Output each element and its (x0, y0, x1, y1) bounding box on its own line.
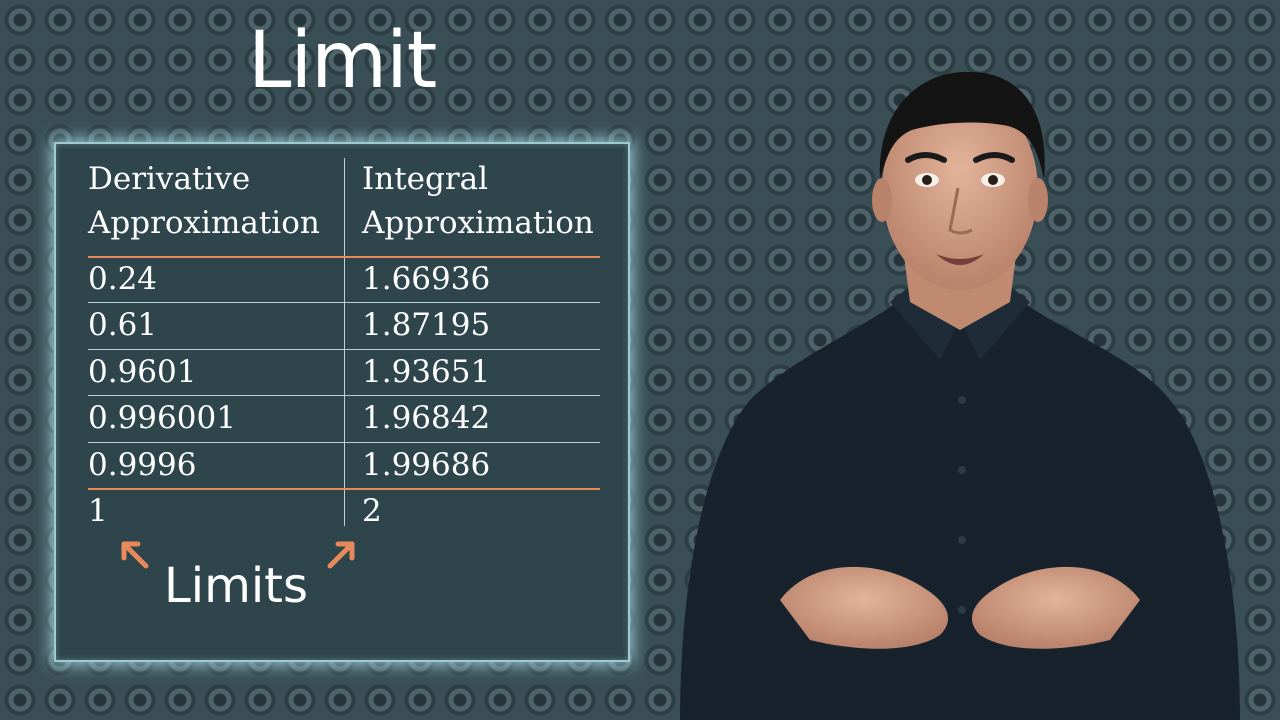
derivative-limit-value: 1 (88, 493, 108, 529)
column-divider (344, 158, 345, 526)
row-divider (88, 395, 600, 396)
row-divider (88, 349, 600, 350)
table-cell-derivative: 0.24 (88, 261, 158, 297)
limit-divider (88, 488, 600, 490)
table-cell-derivative: 0.9601 (88, 354, 197, 390)
limits-label: Limits (164, 558, 308, 614)
integral-limit-value: 2 (362, 493, 382, 529)
header-derivative-line2: Approximation (88, 205, 320, 241)
header-integral-line2: Approximation (362, 205, 594, 241)
table-cell-derivative: 0.9996 (88, 447, 197, 483)
table-cell-integral: 1.87195 (362, 307, 491, 343)
table-cell-integral: 1.93651 (362, 354, 491, 390)
chalkboard-panel: Derivative Approximation Integral Approx… (54, 142, 630, 662)
presenter-figure (680, 71, 1240, 720)
arrow-up-right-icon (327, 541, 355, 569)
row-divider (88, 302, 600, 303)
table-cell-integral: 1.66936 (362, 261, 491, 297)
header-integral-line1: Integral (362, 161, 489, 197)
presenter-shirt (680, 300, 1240, 720)
approximation-table: Derivative Approximation Integral Approx… (56, 144, 628, 660)
row-divider (88, 442, 600, 443)
header-underline (88, 256, 600, 258)
table-cell-integral: 1.99686 (362, 447, 491, 483)
arrow-up-left-icon (121, 541, 149, 569)
table-cell-derivative: 0.61 (88, 307, 158, 343)
table-cell-integral: 1.96842 (362, 400, 491, 436)
table-cell-derivative: 0.996001 (88, 400, 236, 436)
slide-title: Limit (248, 16, 437, 106)
header-derivative-line1: Derivative (88, 161, 251, 197)
